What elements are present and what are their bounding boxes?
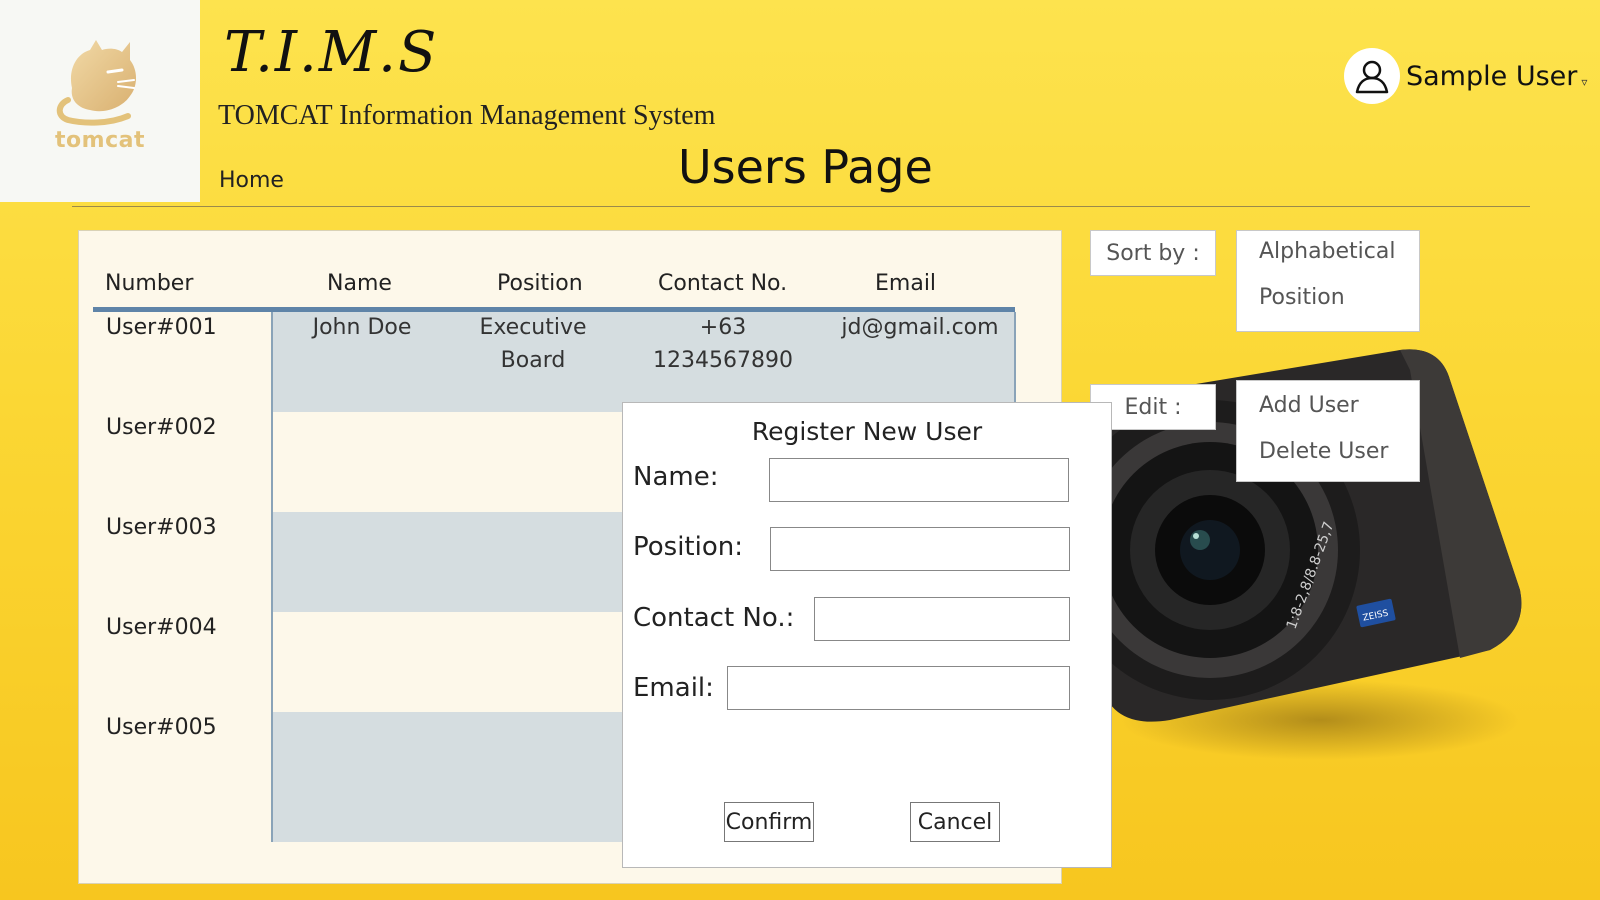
avatar [1344, 48, 1400, 104]
row-number[interactable]: User#004 [106, 615, 217, 640]
column-divider [1014, 312, 1016, 412]
user-icon [1355, 60, 1389, 94]
column-header-name[interactable]: Name [327, 271, 392, 296]
email-label: Email: [633, 673, 714, 703]
edit-option-add-user[interactable]: Add User [1259, 393, 1359, 418]
app-title: T.I.M.S [224, 20, 439, 85]
logo-text: tomcat [55, 128, 145, 153]
sort-by-label: Sort by : [1090, 230, 1216, 276]
edit-option-delete-user[interactable]: Delete User [1259, 439, 1388, 464]
row-position-line2: Board [500, 348, 566, 373]
register-user-dialog: Register New User Name: Position: Contac… [622, 402, 1112, 868]
row-name: John Doe [312, 315, 412, 340]
page-title: Users Page [678, 140, 933, 194]
position-label: Position: [633, 532, 743, 562]
column-divider [271, 312, 273, 842]
table-header: Number Name Position Contact No. Email [93, 271, 1013, 307]
confirm-button[interactable]: Confirm [724, 802, 814, 842]
sort-option-position[interactable]: Position [1259, 285, 1345, 310]
row-contact-line2: 1234567890 [653, 348, 793, 373]
row-email: jd@gmail.com [841, 315, 999, 340]
column-header-contact[interactable]: Contact No. [658, 271, 787, 296]
sort-options-menu: Alphabetical Position [1236, 230, 1420, 332]
row-contact-line1: +63 [699, 315, 747, 340]
position-field[interactable] [770, 527, 1070, 571]
row-position-line1: Executive [479, 315, 587, 340]
column-header-number[interactable]: Number [105, 271, 193, 296]
row-number[interactable]: User#003 [106, 515, 217, 540]
user-name: Sample User [1406, 60, 1578, 92]
tomcat-logo-icon [56, 40, 136, 126]
name-field[interactable] [769, 458, 1069, 502]
column-header-position[interactable]: Position [497, 271, 583, 296]
cancel-button[interactable]: Cancel [910, 802, 1000, 842]
user-menu[interactable]: Sample User ▿ [1344, 46, 1587, 106]
row-number: User#001 [106, 315, 217, 340]
row-number[interactable]: User#002 [106, 415, 217, 440]
email-field[interactable] [727, 666, 1070, 710]
header-divider [72, 206, 1530, 207]
column-header-email[interactable]: Email [875, 271, 936, 296]
row-number[interactable]: User#005 [106, 715, 217, 740]
nav-home-link[interactable]: Home [219, 168, 284, 193]
app-subtitle: TOMCAT Information Management System [218, 100, 716, 131]
contact-field[interactable] [814, 597, 1070, 641]
logo-panel: tomcat [0, 0, 200, 202]
sort-option-alphabetical[interactable]: Alphabetical [1259, 239, 1395, 264]
contact-label: Contact No.: [633, 603, 795, 633]
name-label: Name: [633, 462, 719, 492]
chevron-down-icon[interactable]: ▿ [1581, 75, 1587, 89]
dialog-title: Register New User [751, 417, 983, 446]
edit-options-menu: Add User Delete User [1236, 380, 1420, 482]
